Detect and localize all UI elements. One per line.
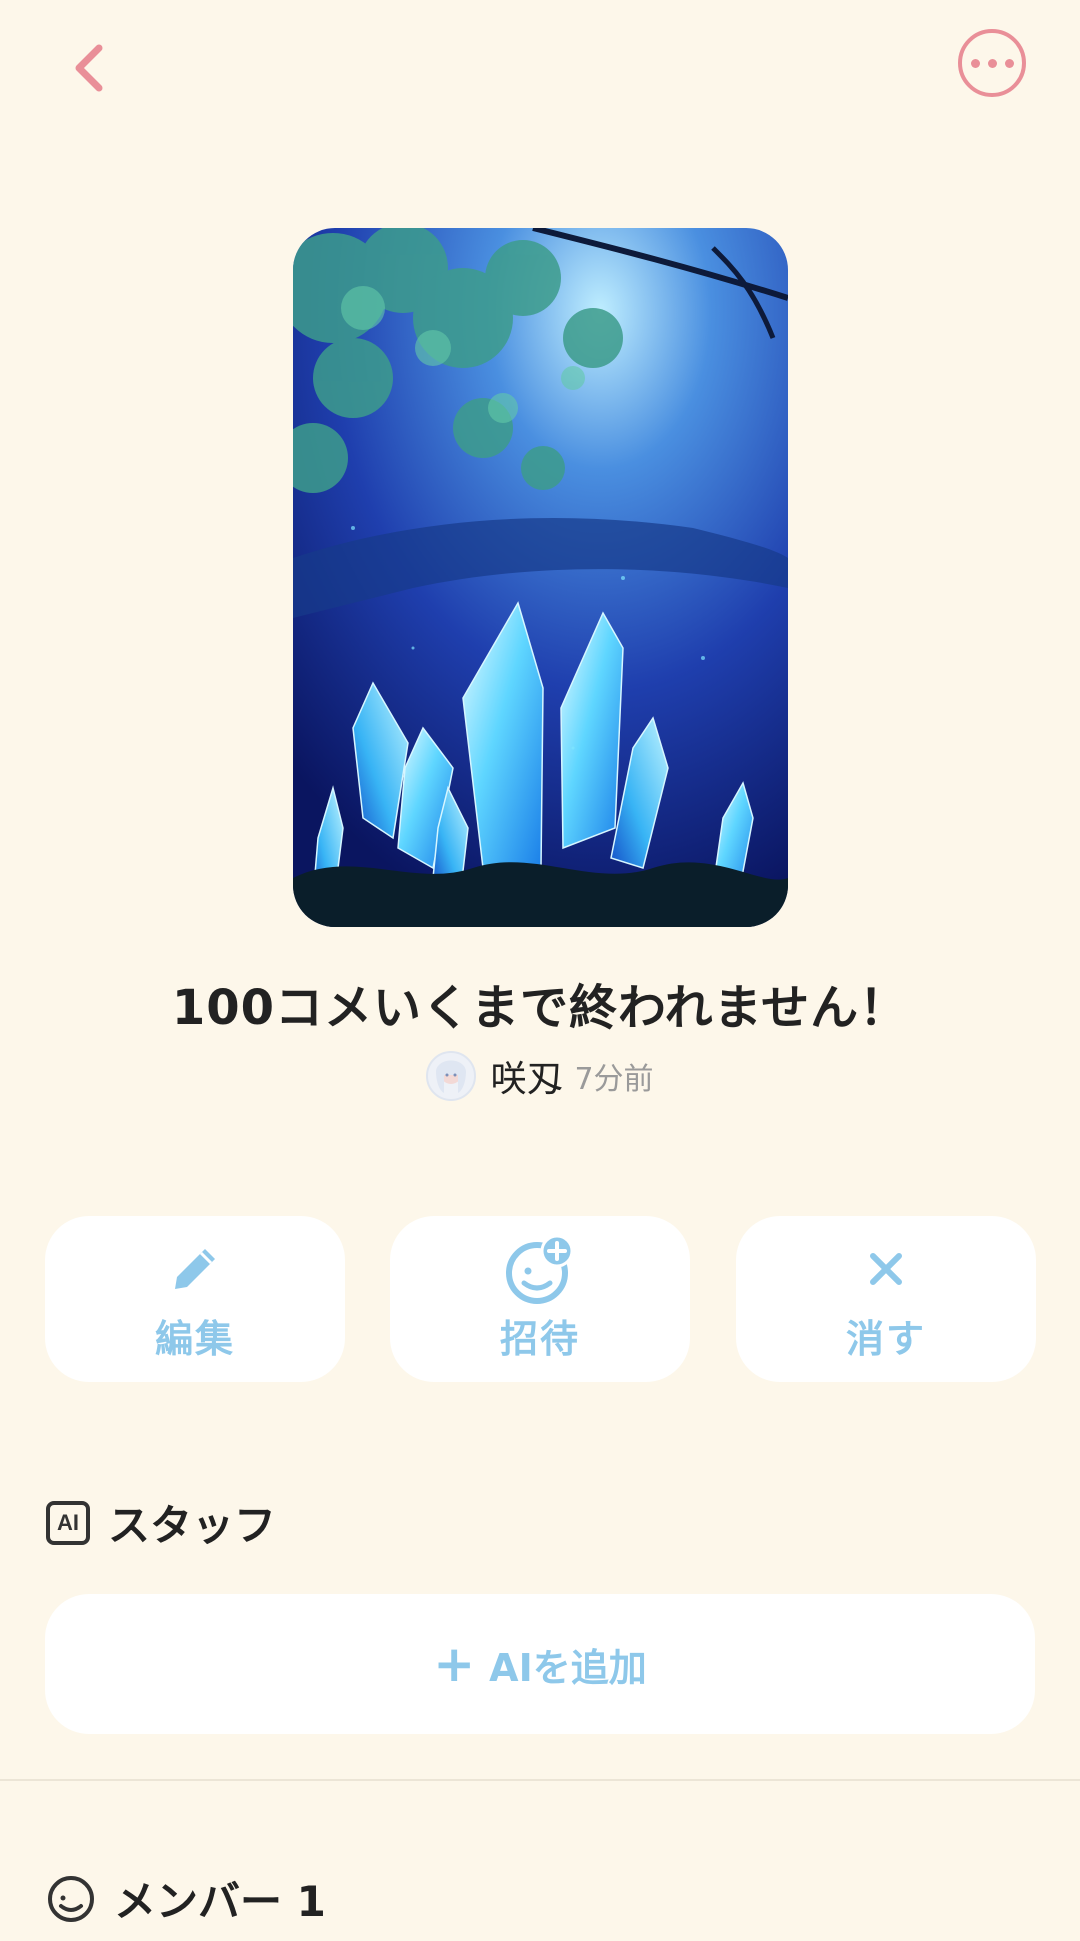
edit-label: 編集 bbox=[154, 1316, 235, 1361]
invite-label: 招待 bbox=[499, 1316, 580, 1361]
smiley-icon bbox=[46, 1874, 96, 1924]
members-section-header: メンバー 1 bbox=[46, 1868, 326, 1929]
more-options-button[interactable] bbox=[958, 29, 1026, 97]
ai-badge-icon: AI bbox=[46, 1500, 90, 1545]
invite-button[interactable]: 招待 bbox=[390, 1216, 690, 1382]
delete-label: 消す bbox=[845, 1316, 926, 1361]
pencil-icon bbox=[165, 1236, 225, 1302]
staff-heading: スタッフ bbox=[108, 1501, 277, 1550]
chevron-left-icon bbox=[75, 44, 103, 92]
plus-icon: + bbox=[433, 1635, 476, 1693]
divider bbox=[0, 1779, 1080, 1781]
members-heading: メンバー 1 bbox=[114, 1877, 326, 1926]
add-ai-label: AIを追加 bbox=[489, 1645, 647, 1690]
avatar[interactable] bbox=[426, 1051, 477, 1101]
staff-section-header: AI スタッフ bbox=[46, 1492, 276, 1553]
more-horizontal-icon bbox=[967, 58, 1018, 68]
author-row[interactable]: 咲刄 7分前 bbox=[0, 1050, 1080, 1102]
back-button[interactable] bbox=[50, 28, 130, 108]
invite-smiley-plus-icon bbox=[504, 1234, 576, 1304]
edit-button[interactable]: 編集 bbox=[45, 1216, 345, 1382]
close-icon bbox=[861, 1236, 911, 1302]
add-ai-button[interactable]: + AIを追加 bbox=[45, 1594, 1035, 1734]
cover-image bbox=[293, 228, 788, 927]
delete-button[interactable]: 消す bbox=[736, 1216, 1036, 1382]
post-time: 7分前 bbox=[574, 1062, 654, 1097]
author-name[interactable]: 咲刄 bbox=[490, 1050, 562, 1102]
room-title: 100コメいくまで終われません！ bbox=[171, 980, 909, 1036]
